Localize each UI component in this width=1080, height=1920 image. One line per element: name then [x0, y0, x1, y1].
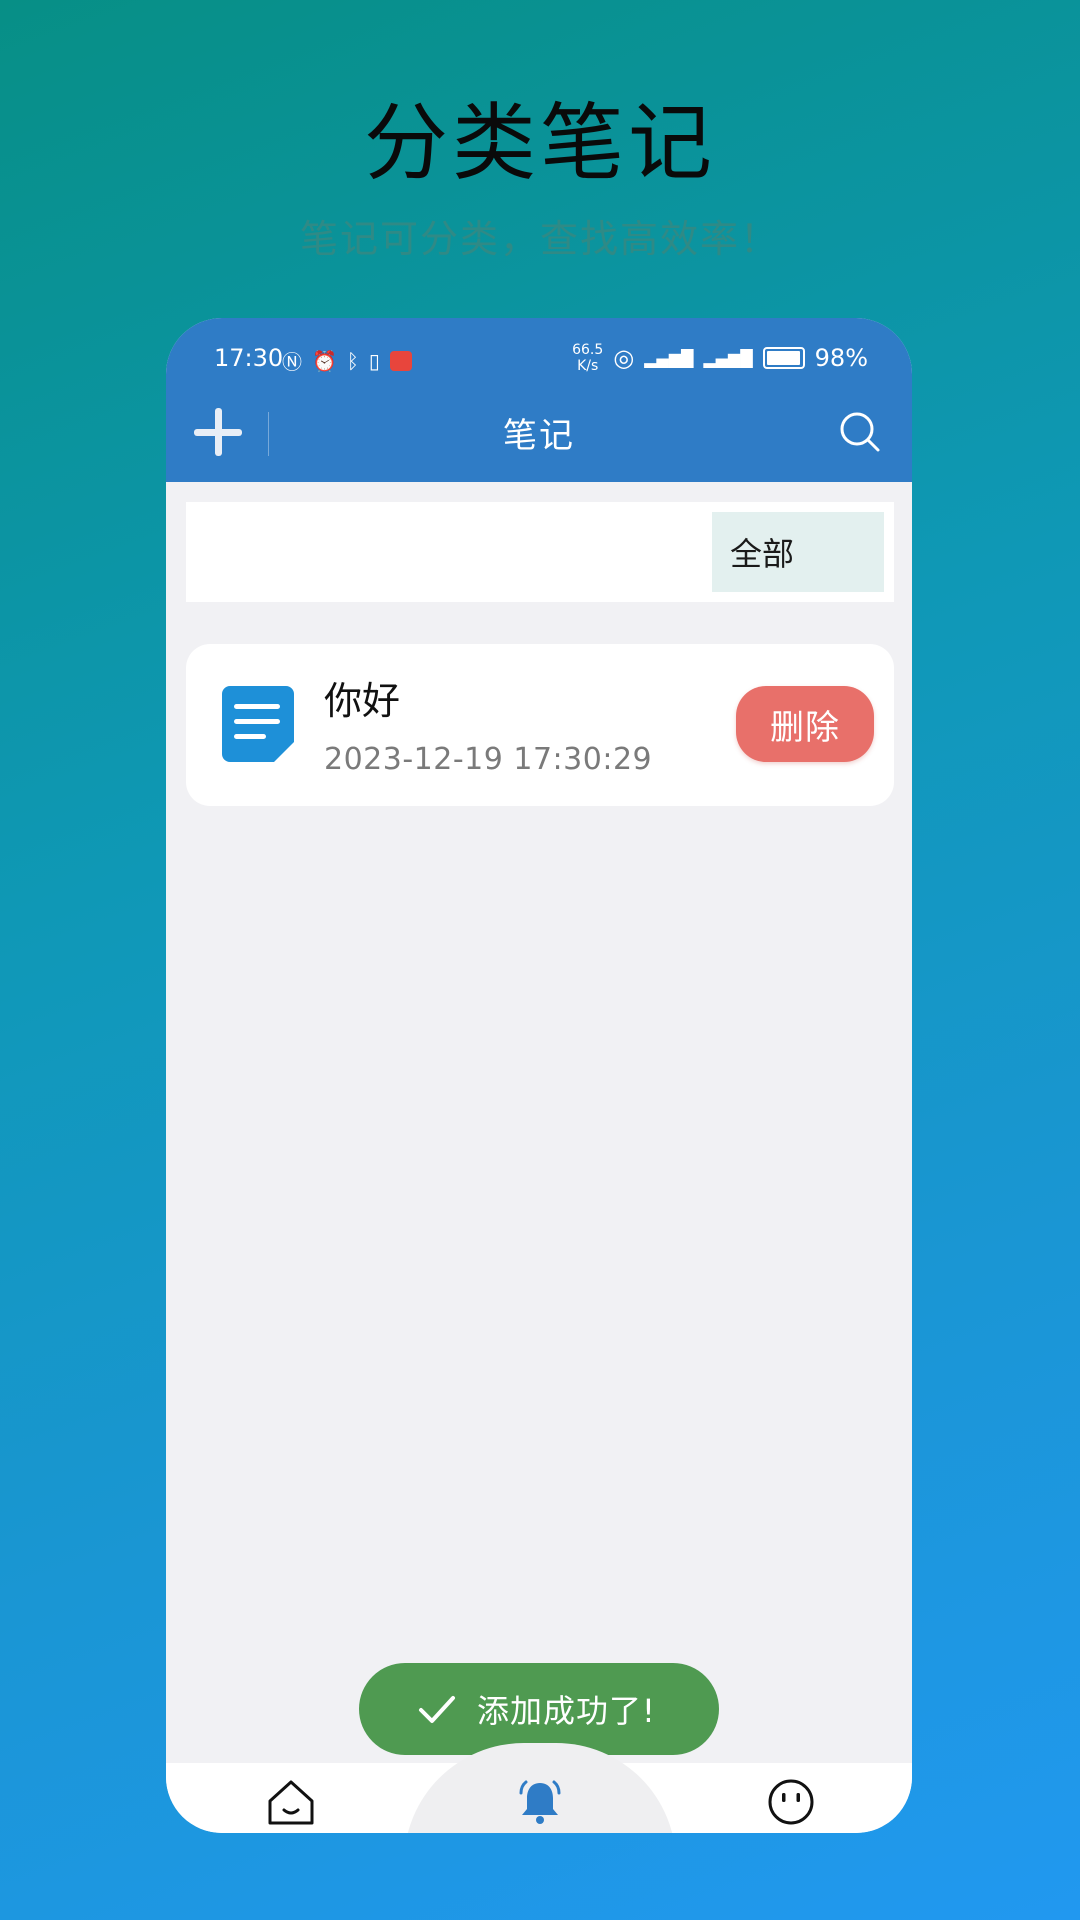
hero-title: 分类笔记: [363, 94, 716, 192]
home-icon[interactable]: [266, 1777, 316, 1827]
search-icon[interactable]: [838, 410, 882, 454]
toast-text: 添加成功了!: [477, 1692, 656, 1730]
bluetooth-icon: ᛒ: [346, 348, 359, 373]
signal-icon-2: ▂▄▆█: [703, 348, 753, 368]
hero-subtitle: 笔记可分类，查找高效率！: [299, 217, 780, 261]
status-icons-left: Ⓝ ⏰ ᛒ ▯: [282, 346, 412, 375]
face-icon[interactable]: [766, 1777, 816, 1827]
net-speed-value: 66.5: [572, 342, 604, 358]
toast-message: 添加成功了!: [359, 1663, 719, 1755]
signal-icon: ▂▄▆█: [644, 348, 694, 368]
page-title: 笔记: [503, 416, 575, 456]
alarm-icon: ⏰: [312, 348, 337, 373]
note-timestamp: 2023-12-19 17:30:29: [324, 742, 653, 777]
note-card[interactable]: 你好 2023-12-19 17:30:29 删除: [186, 644, 894, 806]
app-notification-icon: [389, 350, 412, 371]
battery-level: 98%: [814, 344, 868, 372]
battery-icon: [762, 347, 805, 369]
category-tab-all[interactable]: 全部: [712, 512, 884, 592]
status-time: 17:30: [214, 344, 284, 372]
delete-button[interactable]: 删除: [736, 686, 874, 762]
document-icon: [222, 686, 294, 762]
net-speed: 66.5 K/s: [572, 342, 603, 374]
net-speed-unit: K/s: [577, 358, 599, 374]
hotspot-icon: ◎: [613, 344, 635, 372]
check-icon: [419, 1696, 455, 1723]
vibrate-icon: ▯: [368, 348, 380, 373]
note-title: 你好: [324, 679, 401, 723]
phone-screen: 17:30 Ⓝ ⏰ ᛒ ▯ 66.5 K/s ◎ ▂▄▆█ ▂▄▆█ 98% 笔…: [166, 318, 912, 1833]
bottom-nav: [166, 1743, 912, 1833]
nfc-icon: Ⓝ: [282, 350, 302, 374]
bell-icon[interactable]: [515, 1777, 565, 1827]
category-bar: 全部: [186, 502, 894, 602]
status-icons-right: 66.5 K/s ◎ ▂▄▆█ ▂▄▆█ 98%: [572, 342, 868, 374]
app-header: 17:30 Ⓝ ⏰ ᛒ ▯ 66.5 K/s ◎ ▂▄▆█ ▂▄▆█ 98% 笔…: [166, 318, 912, 482]
